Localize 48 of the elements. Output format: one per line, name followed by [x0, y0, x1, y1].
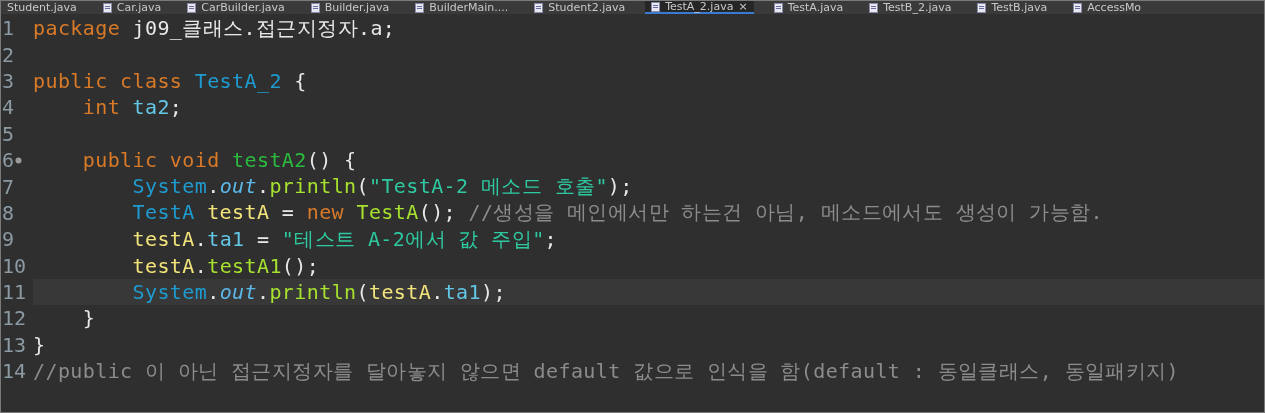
line-number: 6 — [1, 148, 15, 173]
line-number: 13 — [1, 332, 27, 357]
editor-tab[interactable]: AccessMo — [1067, 1, 1148, 14]
code-line: System.out.println("TestA-2 메소드 호출"); — [131, 173, 633, 201]
tab-label: TestB_2.java — [883, 1, 952, 14]
code-line: } — [81, 306, 96, 331]
editor-tab[interactable]: Student2.java — [528, 1, 632, 14]
editor-tab[interactable]: TestA.java — [767, 1, 850, 14]
code-line: System.out.println(testA.ta1); — [131, 280, 506, 305]
line-number: 14 — [1, 359, 27, 384]
code-line: package j09_클래스.접근지정자.a; — [33, 14, 396, 42]
editor-tab[interactable]: TestB.java — [971, 1, 1054, 14]
line-number: 9 — [1, 227, 15, 252]
editor-tab[interactable]: TestB_2.java — [863, 1, 958, 14]
code-line: int ta2; — [81, 95, 183, 120]
tab-label: TestA_2.java — [665, 1, 734, 13]
code-line: testA.ta1 = "테스트 A-2에서 값 주입"; — [131, 225, 558, 253]
editor-tab[interactable]: Car.java — [96, 1, 168, 14]
editor-tab[interactable]: BuilderMain.... — [409, 1, 515, 14]
close-tab-button[interactable]: × — [738, 1, 748, 13]
line-number: 2 — [1, 42, 15, 67]
tab-label: TestB.java — [991, 1, 1048, 14]
tab-label: AccessMo — [1087, 1, 1142, 14]
line-number: 5 — [1, 121, 15, 146]
editor-tab[interactable]: Builder.java — [304, 1, 396, 14]
line-number: 10 — [1, 253, 27, 278]
code-line: public class TestA_2 { — [33, 68, 307, 93]
tab-label: Builder.java — [324, 1, 390, 14]
line-number: 8 — [1, 200, 15, 225]
line-number: 12 — [1, 306, 27, 331]
fold-marker-icon[interactable] — [15, 156, 23, 164]
editor-tab[interactable]: CarBuilder.java — [181, 1, 291, 14]
tab-label: Student2.java — [548, 1, 626, 14]
line-number: 11 — [1, 280, 27, 305]
tab-label: Car.java — [116, 1, 162, 14]
code-line: } — [33, 332, 46, 357]
line-number: 7 — [1, 174, 15, 199]
code-line: testA.testA1(); — [131, 253, 320, 278]
code-line: TestA testA = new TestA(); //생성을 메인에서만 하는건 아님, 메소드에서도 생성이 가능함. — [131, 199, 1103, 227]
line-number: 3 — [1, 68, 15, 93]
tab-label: BuilderMain.... — [429, 1, 509, 14]
tab-label: CarBuilder.java — [201, 1, 285, 14]
code-line: public void testA2() { — [81, 148, 357, 173]
line-number: 1 — [1, 16, 15, 41]
code-line: //public 이 아닌 접근지정자를 달아놓지 않으면 default 값으로 인식을 함(default : 동일클래스, 동일패키지) — [33, 357, 1179, 385]
editor-tab[interactable]: TestA_2.java × — [645, 1, 754, 14]
tab-label: TestA.java — [787, 1, 844, 14]
line-number: 4 — [1, 95, 15, 120]
